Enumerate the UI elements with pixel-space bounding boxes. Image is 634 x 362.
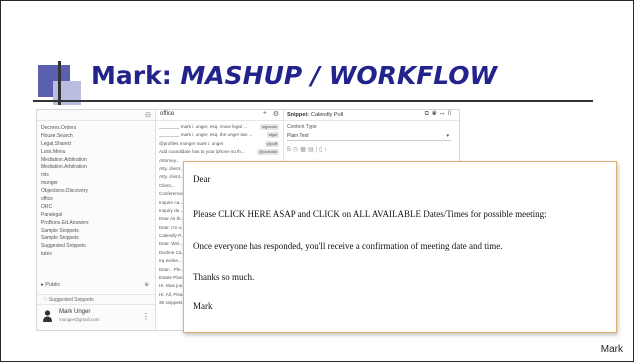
sidebar-folder-item[interactable]: Decrees.Orders — [41, 125, 155, 133]
sidebar-search[interactable]: ⊟ — [37, 110, 155, 121]
public-folder-label: Public — [45, 282, 61, 288]
popup-line-2: Once everyone has responded, you'll rece… — [193, 241, 503, 251]
trash-icon[interactable]: ▯ — [447, 111, 455, 117]
snippet-preview-text: Calendly P... — [159, 233, 185, 239]
content-type-value: Plain Text — [287, 133, 309, 139]
snippet-list-item[interactable]: @profiles munger mark i. unger plpuff — [159, 140, 283, 148]
snippet-label: Snippet: — [287, 112, 309, 118]
user-account-row[interactable]: Mark Unger munger@gmail.com ⋮ — [37, 307, 155, 329]
snippet-editor-header: Snippet: Calendly Poll ⧉◉↦▯ — [283, 110, 459, 121]
slide-title-emphasis: MASHUP / WORKFLOW — [180, 61, 498, 90]
email-preview-popup: Dear Please CLICK HERE ASAP and CLICK on… — [183, 161, 617, 333]
slide-footer-name: Mark — [600, 344, 623, 355]
snippet-shortcut-badge: sigmuse — [260, 124, 279, 130]
snippet-preview-text: ________ mark i. unger, esq. the unger l… — [159, 132, 253, 138]
popup-signature: Mark — [193, 301, 213, 311]
collapse-sidebar-icon[interactable]: ⊟ — [145, 111, 151, 119]
formatting-toolbar: B◷▦▤|▯› — [287, 146, 451, 154]
sidebar-folder-item[interactable]: ProBono.Ed.Answers — [41, 220, 155, 228]
copy-icon[interactable]: ⧉ — [425, 111, 432, 117]
sidebar-folder-item[interactable]: tutes — [41, 251, 155, 259]
sidebar-folder-item[interactable]: office — [41, 196, 155, 204]
current-folder-name: office — [160, 111, 175, 117]
sidebar-folder-item[interactable]: munger — [41, 180, 155, 188]
popup-greeting: Dear — [193, 174, 211, 184]
snippet-preview-text: 35 snippets — [159, 300, 183, 306]
expand-caret-icon: ▸ — [41, 282, 44, 288]
snippet-shortcut-badge: @ccandid — [257, 149, 279, 156]
sidebar-folder-item[interactable]: Suggested Snippets — [41, 243, 155, 251]
sidebar-folder-item[interactable]: mls — [41, 172, 155, 180]
snippet-preview-text: Inquire ca... — [159, 199, 184, 205]
snippet-shortcut-badge: plpuff — [265, 140, 279, 147]
folder-header: office + ⚙ — [155, 110, 283, 121]
sidebar-folder-item[interactable]: Legal.Shared — [41, 141, 155, 149]
slide: Mark: MASHUP / WORKFLOW ⊟ Decrees.Orders… — [0, 0, 634, 362]
snippet-preview-text: Hi. Was jus... — [159, 283, 186, 289]
snippet-preview-text: Atty. client... — [159, 165, 184, 171]
snippet-preview-text: Atty. client... — [159, 174, 184, 180]
suggested-snippets-label: Suggested Snippets — [48, 297, 94, 303]
slide-title-plain: Mark: — [91, 61, 172, 90]
add-snippet-icon[interactable]: + — [263, 110, 267, 117]
sidebar-folder-item[interactable]: House.Search — [41, 133, 155, 141]
title-underline — [33, 100, 593, 102]
content-type-select[interactable]: Plain Text ▾ — [287, 132, 451, 141]
arrow-icon[interactable]: › — [324, 147, 328, 153]
sidebar-folder-item[interactable]: Sample Snippets — [41, 235, 155, 243]
user-name: Mark Unger — [59, 309, 91, 315]
sidebar-folder-item[interactable]: Objections.Discovery — [41, 188, 155, 196]
snippet-preview-text: Add ccandidate has to your iphone so th.… — [159, 149, 245, 155]
snippet-preview-text: Attorney... — [159, 157, 180, 163]
snippet-preview-text: Dear... Ple... — [159, 266, 185, 272]
suggested-snippets-row[interactable]: ♡ Suggested Snippets — [37, 294, 155, 305]
popup-line-3: Thanks so much. — [193, 272, 255, 282]
add-folder-icon[interactable]: ⊕ — [144, 282, 149, 288]
public-folder-group[interactable]: ▸ Public ⊕ — [41, 282, 151, 288]
snippet-preview-text: Dear As th... — [159, 216, 185, 222]
sidebar-folder-item[interactable]: Mediation.Arbitration — [41, 164, 155, 172]
sidebar-folder-item[interactable]: Mediation.Arbitration — [41, 157, 155, 165]
title-decoration-vertical-line — [58, 61, 61, 105]
slide-title: Mark: MASHUP / WORKFLOW — [91, 61, 497, 90]
snippet-preview-text: Client... — [159, 182, 175, 188]
snippet-list-item[interactable]: ________ mark i. unger, esq. muse legal … — [159, 123, 283, 131]
chevron-down-icon: ▾ — [446, 133, 449, 139]
lightbulb-icon: ♡ — [43, 297, 48, 303]
snippet-preview-text: ________ mark i. unger, esq. muse legal … — [159, 124, 248, 129]
snippet-preview-text: @profiles munger mark i. unger — [159, 140, 224, 146]
more-options-icon[interactable]: ⋮ — [142, 312, 150, 321]
content-type-label: Content Type — [287, 124, 317, 130]
gear-icon[interactable]: ⚙ — [273, 110, 279, 118]
snippet-list-item[interactable]: ________ mark i. unger, esq. the unger l… — [159, 131, 283, 139]
snippet-preview-text: Inquiry de... — [159, 207, 184, 213]
folder-sidebar: ⊟ Decrees.Orders House.Search Legal.Shared… — [37, 110, 156, 330]
sidebar-folder-item[interactable]: ORC — [41, 204, 155, 212]
popup-line-1: Please CLICK HERE ASAP and CLICK on ALL … — [193, 209, 547, 219]
snippet-preview-text: Dear. I'm u... — [159, 224, 185, 230]
table-icon[interactable]: ▤ — [308, 147, 316, 153]
sidebar-folder-item[interactable]: Sample Snippets — [41, 228, 155, 236]
snippet-shortcut-badge: sigul — [266, 132, 279, 139]
snippet-preview-text: Decline Ca... — [159, 249, 186, 255]
snippet-preview-text: Dear. Wel... — [159, 241, 183, 247]
preview-icon[interactable]: ◉ — [432, 111, 440, 117]
sidebar-folder-item[interactable]: Loss.Menu — [41, 149, 155, 157]
snippet-title[interactable]: Calendly Poll — [311, 112, 343, 118]
snippet-list-item[interactable]: Add ccandidate has to your iphone so th.… — [159, 148, 283, 156]
sidebar-folder-item[interactable]: Paralegal — [41, 212, 155, 220]
grid-icon[interactable]: ▦ — [300, 147, 308, 153]
editor-header-icons: ⧉◉↦▯ — [425, 111, 455, 118]
snippet-preview-text: Irq worke... — [159, 258, 182, 264]
folder-list: Decrees.Orders House.Search Legal.Shared Lo… — [37, 121, 155, 259]
user-email: munger@gmail.com — [59, 317, 100, 322]
avatar-icon — [43, 310, 52, 322]
